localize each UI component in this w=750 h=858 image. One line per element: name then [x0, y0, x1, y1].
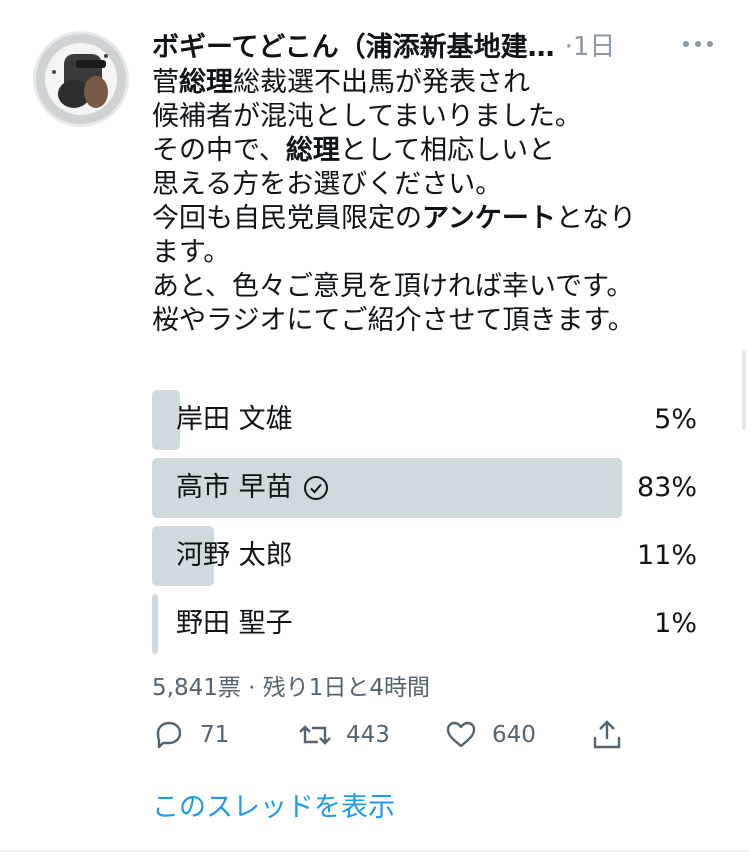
poll-option-label: 岸田 文雄	[176, 404, 293, 435]
tweet-line: 今回も自民党員限定のアンケートとなり	[152, 203, 637, 234]
heart-icon	[446, 721, 476, 748]
retweet-button[interactable]: 443	[298, 712, 390, 758]
show-thread-link[interactable]: このスレッドを表示	[152, 785, 395, 824]
poll-option-percent: 5%	[654, 404, 697, 435]
reply-button[interactable]: 71	[152, 712, 229, 758]
avatar-image	[36, 34, 126, 124]
timestamp[interactable]: ·1日	[565, 26, 616, 63]
share-icon	[593, 720, 621, 749]
poll: 岸田 文雄 5% 高市 早苗 83% 河野 太郎 11% 野田 聖子 1%	[152, 390, 697, 662]
tweet-line: 候補者が混沌としてまいりました。	[152, 101, 582, 132]
poll-option: 河野 太郎 11%	[152, 526, 697, 586]
tweet-line: その中で、総理として相応しいと	[152, 135, 556, 166]
like-count: 640	[492, 722, 536, 748]
poll-option-label: 高市 早苗	[176, 458, 329, 518]
tweet-line: 思える方をお選びください。	[152, 169, 503, 200]
poll-option-label: 河野 太郎	[176, 540, 293, 571]
poll-option-label: 野田 聖子	[176, 608, 293, 639]
reply-bubble-icon	[156, 721, 182, 749]
scrollbar[interactable]	[742, 350, 746, 430]
check-circle-icon	[303, 476, 328, 500]
poll-meta: 5,841票 · 残り1日と4時間	[152, 675, 431, 701]
poll-option: 野田 聖子 1%	[152, 594, 697, 654]
share-button[interactable]	[590, 712, 624, 758]
poll-option-percent: 1%	[654, 608, 697, 639]
tweet-line: 桜やラジオにてご紹介させて頂きます。	[152, 305, 635, 336]
retweet-count: 443	[346, 722, 390, 748]
more-dots-icon[interactable]	[678, 26, 718, 62]
poll-option: 高市 早苗 83%	[152, 458, 697, 518]
poll-option-percent: 11%	[636, 540, 697, 571]
avatar[interactable]	[33, 31, 129, 127]
tweet-text: 菅総理総裁選不出馬が発表され 候補者が混沌としてまいりました。 その中で、総理と…	[152, 66, 722, 338]
reply-count: 71	[200, 722, 230, 748]
tweet-line: ます。	[152, 237, 231, 268]
action-bar: 71 443 640	[152, 712, 652, 758]
poll-option-percent: 83%	[636, 472, 697, 503]
like-button[interactable]: 640	[444, 712, 536, 758]
display-name[interactable]: ボギーてどこん（浦添新基地建…	[152, 25, 555, 64]
tweet[interactable]: ボギーてどこん（浦添新基地建… ·1日 菅総理総裁選不出馬が発表され 候補者が混…	[0, 0, 750, 858]
tweet-line: 菅総理総裁選不出馬が発表され	[152, 67, 530, 98]
tweet-header: ボギーてどこん（浦添新基地建… ·1日	[152, 24, 732, 64]
retweet-icon	[299, 725, 331, 745]
divider	[0, 850, 750, 852]
poll-option: 岸田 文雄 5%	[152, 390, 697, 450]
poll-bar	[152, 594, 158, 654]
tweet-line: あと、色々ご意見を頂ければ幸いです。	[152, 271, 634, 302]
